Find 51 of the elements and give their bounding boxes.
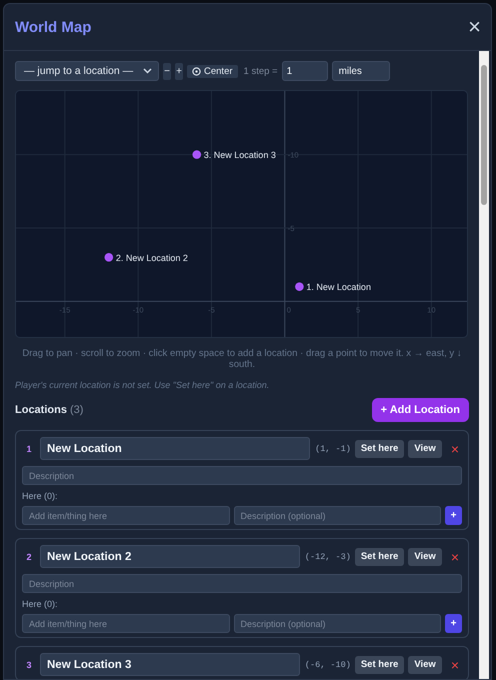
zoom-in-button[interactable]: + [175, 62, 183, 80]
unit-input[interactable]: miles [332, 61, 390, 81]
location-point[interactable] [295, 282, 304, 291]
add-location-button[interactable]: + Add Location [372, 398, 469, 422]
point-label: 3. New Location 3 [204, 150, 276, 160]
location-number: 3 [25, 660, 32, 670]
view-button[interactable]: View [408, 548, 442, 566]
description-input[interactable]: Description [22, 574, 462, 593]
location-point[interactable] [192, 150, 202, 159]
location-name-input[interactable]: New Location 3 [40, 653, 300, 676]
items-label: Here (0): [22, 599, 58, 609]
set-here-button[interactable]: Set here [354, 548, 404, 566]
set-here-button[interactable]: Set here [354, 656, 404, 674]
chevron-down-icon [143, 68, 152, 74]
help-text: Drag to pan · scroll to zoom · click empty space to add a location · drag a point to move it. x → east, y ↓ south. [21, 348, 463, 370]
items-label: Here (0): [22, 491, 58, 501]
item-description-input[interactable]: Description (optional) [234, 614, 441, 633]
point-label: 2. New Location 2 [116, 252, 188, 263]
location-point[interactable] [104, 253, 114, 262]
location-number: 1 [25, 444, 32, 454]
center-button[interactable]: Center [187, 64, 238, 78]
delete-button[interactable]: × [446, 658, 462, 672]
step-input[interactable]: 1 [282, 61, 328, 81]
window-title: World Map [15, 18, 92, 36]
add-item-button[interactable]: + [445, 614, 462, 633]
delete-button[interactable]: × [446, 550, 462, 564]
scrollbar[interactable] [479, 51, 489, 679]
description-input[interactable]: Description [22, 466, 462, 485]
view-button[interactable]: View [408, 656, 442, 674]
location-name-input[interactable]: New Location 2 [40, 545, 300, 568]
item-description-input[interactable]: Description (optional) [234, 506, 441, 525]
close-button[interactable]: × [468, 16, 481, 38]
location-name-input[interactable]: New Location [40, 437, 310, 460]
coordinates-text: (-6, -10) [304, 660, 351, 670]
item-name-input[interactable]: Add item/thing here [22, 614, 230, 633]
target-icon [192, 66, 201, 76]
coordinates-text: (1, -1) [315, 444, 351, 454]
step-label: 1 step = [244, 66, 278, 76]
coordinates-text: (-12, -3) [304, 552, 351, 562]
item-name-input[interactable]: Add item/thing here [22, 506, 230, 525]
set-here-button[interactable]: Set here [354, 440, 404, 458]
delete-button[interactable]: × [446, 442, 462, 456]
section-title: Locations [15, 404, 67, 416]
zoom-out-button[interactable]: − [163, 62, 171, 80]
location-count: (3) [70, 404, 84, 416]
point-label: 1. New Location [306, 282, 371, 292]
location-number: 2 [25, 552, 32, 562]
status-note: Player's current location is not set. Use "Set here" on a location. [15, 380, 270, 390]
view-button[interactable]: View [408, 440, 442, 458]
location-dropdown[interactable]: — jump to a location — [15, 61, 159, 81]
add-item-button[interactable]: + [445, 506, 462, 525]
